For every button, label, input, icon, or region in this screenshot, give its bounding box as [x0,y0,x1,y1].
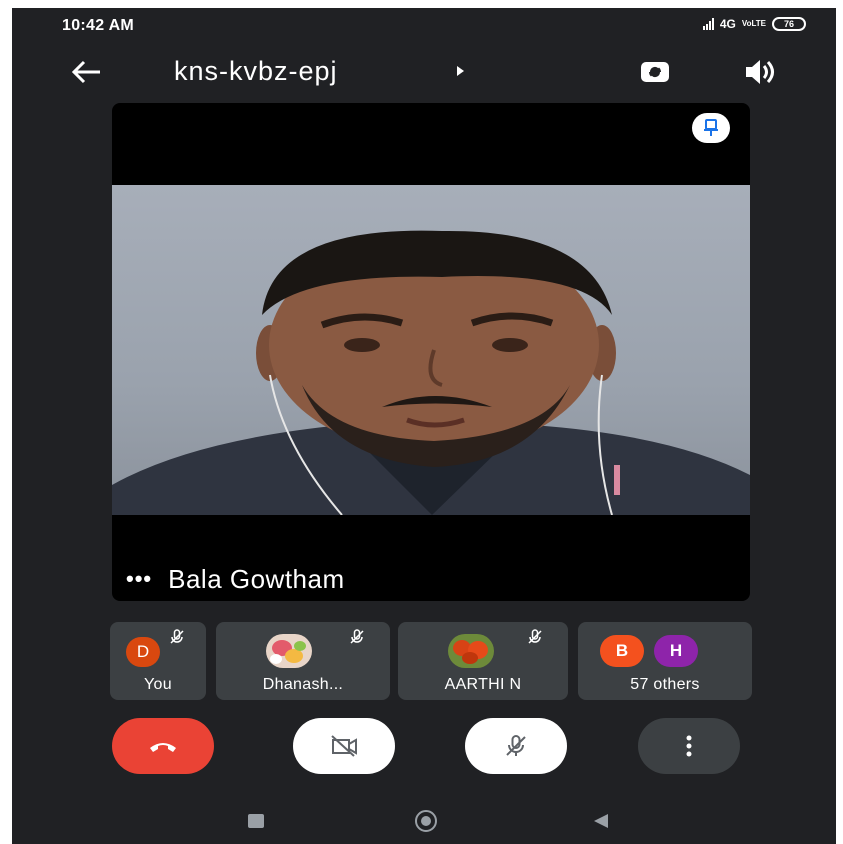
mic-off-icon [528,629,542,644]
speaker-icon[interactable] [742,56,778,88]
camera-off-icon [331,735,357,757]
participant-video-image [112,230,750,515]
participant-label: ••• Bala Gowtham [126,559,345,599]
status-time: 10:42 AM [62,17,135,34]
participant-video [112,185,750,515]
battery-icon: 76 [772,17,806,31]
home-icon[interactable] [415,810,437,832]
end-call-button[interactable] [112,718,214,774]
more-dots[interactable]: ••• [126,566,152,592]
thumbnail-label: You [144,676,172,693]
mic-off-icon [350,629,364,644]
system-nav-bar [12,806,836,844]
status-icons: 4G VoLTE 76 [702,17,806,31]
avatar: D [126,637,160,667]
thumbnail-others[interactable]: B H 57 others [578,622,752,700]
participant-name: Bala Gowtham [168,563,345,594]
more-options-button[interactable] [638,718,740,774]
mic-off-icon [170,629,184,644]
thumbnail-you[interactable]: D You [110,622,206,700]
recents-icon[interactable] [248,814,264,828]
avatar [448,634,494,668]
network-type: 4G [719,17,736,31]
avatar [266,634,312,668]
back-triangle-icon[interactable] [594,814,608,828]
signal-icon [702,18,714,30]
status-bar: 10:42 AM 4G VoLTE 76 [12,8,836,42]
arrow-left-icon[interactable] [68,54,104,90]
caret-right-icon[interactable] [457,66,464,76]
pin-button[interactable] [692,113,730,143]
thumbnail-aarthi[interactable]: AARTHI N [398,622,568,700]
more-vertical-icon [686,735,692,757]
avatar: H [654,635,698,667]
switch-camera-icon[interactable] [637,54,673,90]
thumbnail-label: AARTHI N [444,676,522,693]
volte-badge: VoLTE [741,19,766,28]
mic-off-button[interactable] [465,718,567,774]
phone-hangup-icon [150,743,176,752]
pin-icon [704,119,718,136]
meeting-header: kns-kvbz-epj [12,48,836,98]
battery-level: 76 [783,19,794,29]
camera-off-button[interactable] [293,718,395,774]
mic-off-icon [506,735,526,756]
main-video-tile[interactable]: ••• Bala Gowtham [112,103,750,601]
thumbnail-label: 57 others [630,676,700,693]
avatar: B [600,635,644,667]
call-controls [12,718,836,778]
participant-thumbnails: D You Dhanash... AARTHI N B H 57 others [110,622,752,700]
meet-screen: 10:42 AM 4G VoLTE 76 kns-kvbz-epj ••• Ba… [12,8,836,844]
meeting-code[interactable]: kns-kvbz-epj [174,56,338,87]
thumbnail-label: Dhanash... [262,676,344,693]
thumbnail-dhanash[interactable]: Dhanash... [216,622,390,700]
